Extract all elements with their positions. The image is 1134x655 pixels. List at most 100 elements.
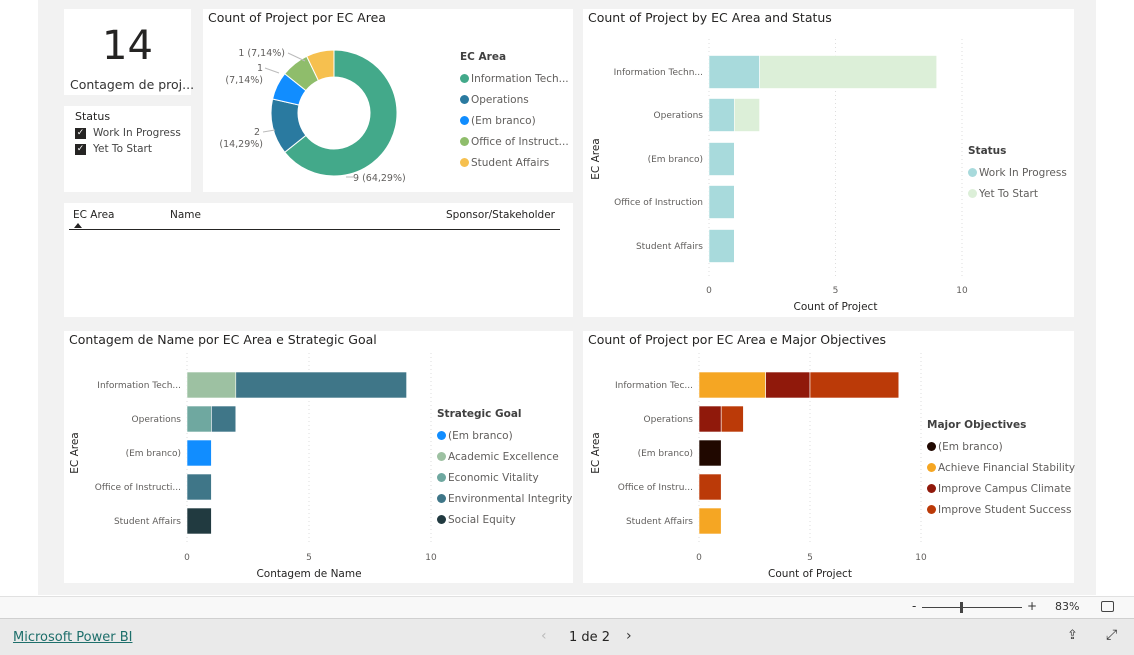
zoom-in-button[interactable]: + bbox=[1027, 599, 1037, 613]
bar-segment[interactable] bbox=[708, 185, 735, 219]
legend-label: Improve Student Success bbox=[938, 503, 1072, 516]
legend-dot-icon bbox=[437, 494, 446, 503]
legend-item[interactable]: Work In Progress bbox=[968, 162, 1067, 183]
y-tick-label: Student Affairs bbox=[626, 517, 693, 527]
bar-segment[interactable] bbox=[186, 473, 212, 501]
legend-item[interactable]: Operations bbox=[460, 89, 569, 110]
legend-title: Status bbox=[968, 145, 1007, 157]
bar-segment[interactable] bbox=[698, 507, 722, 535]
legend-item[interactable]: Academic Excellence bbox=[437, 446, 572, 467]
legend-item[interactable]: (Em branco) bbox=[437, 425, 572, 446]
footer-bar: Microsoft Power BI ‹ 1 de 2 › ⇪ ⤢ bbox=[0, 619, 1134, 655]
leader-line bbox=[264, 67, 280, 74]
y-tick-label: Operations bbox=[644, 415, 694, 425]
legend-label: Information Tech... bbox=[471, 72, 569, 85]
bar-segment[interactable] bbox=[759, 55, 938, 89]
legend-title: Strategic Goal bbox=[437, 408, 522, 420]
y-tick-label: Office of Instructi... bbox=[95, 483, 181, 493]
x-tick-label: 5 bbox=[306, 553, 312, 563]
y-axis-title: EC Area bbox=[69, 432, 81, 473]
legend-title: Major Objectives bbox=[927, 419, 1027, 431]
bar-segment[interactable] bbox=[765, 371, 811, 399]
legend-item[interactable]: Achieve Financial Stability bbox=[927, 457, 1075, 478]
bar-segment[interactable] bbox=[809, 371, 900, 399]
bar-segment[interactable] bbox=[708, 229, 735, 263]
legend-item[interactable]: Yet To Start bbox=[968, 183, 1067, 204]
zoom-level: 83% bbox=[1055, 600, 1080, 613]
slicer-title: Status bbox=[75, 110, 111, 123]
legend-dot-icon bbox=[460, 116, 469, 125]
previous-page-button[interactable]: ‹ bbox=[541, 628, 547, 644]
x-tick-label: 10 bbox=[956, 286, 968, 296]
legend-item[interactable]: Information Tech... bbox=[460, 68, 569, 89]
column-header-ec-area[interactable]: EC Area bbox=[73, 209, 114, 221]
zoom-out-button[interactable]: - bbox=[912, 599, 916, 613]
fullscreen-icon[interactable]: ⤢ bbox=[1106, 627, 1117, 643]
bar-segment[interactable] bbox=[708, 142, 735, 176]
checkbox-checked-icon[interactable]: ✓ bbox=[75, 143, 86, 155]
legend-item[interactable]: Improve Campus Climate bbox=[927, 478, 1075, 499]
bar-segment[interactable] bbox=[708, 55, 760, 89]
bar-segment[interactable] bbox=[720, 405, 744, 433]
legend-dot-icon bbox=[437, 515, 446, 524]
bar-segment[interactable] bbox=[186, 405, 212, 433]
legend: EC Area Information Tech... Operations (Em … bbox=[460, 51, 569, 173]
x-axis-title: Count of Project bbox=[768, 568, 852, 580]
legend-label: (Em branco) bbox=[938, 440, 1003, 453]
bar-segment[interactable] bbox=[235, 371, 407, 399]
zoom-slider[interactable] bbox=[922, 602, 1022, 613]
y-tick-label: Office of Instru... bbox=[618, 483, 693, 493]
bar-segment[interactable] bbox=[734, 98, 760, 132]
data-label: 1 (7,14%) bbox=[238, 48, 285, 59]
y-tick-label: Student Affairs bbox=[114, 517, 181, 527]
legend-item[interactable]: Environmental Integrity bbox=[437, 488, 572, 509]
bar-segment[interactable] bbox=[698, 473, 722, 501]
x-tick-label: 5 bbox=[833, 286, 839, 296]
legend-item[interactable]: (Em branco) bbox=[927, 436, 1075, 457]
legend-label: Environmental Integrity bbox=[448, 492, 573, 505]
legend-dot-icon bbox=[968, 189, 977, 198]
bar-segment[interactable] bbox=[186, 371, 237, 399]
legend-item[interactable]: Office of Instruct... bbox=[460, 131, 569, 152]
legend-item[interactable]: Student Affairs bbox=[460, 152, 569, 173]
y-tick-label: Operations bbox=[654, 111, 704, 121]
slicer-item-work-in-progress[interactable]: ✓ Work In Progress bbox=[75, 127, 181, 139]
legend-dot-icon bbox=[437, 431, 446, 440]
card-project-count[interactable]: 14 Contagem de proj... bbox=[64, 9, 194, 95]
share-icon[interactable]: ⇪ bbox=[1067, 628, 1078, 643]
fit-to-page-icon[interactable] bbox=[1101, 601, 1114, 612]
bar-segment[interactable] bbox=[211, 405, 237, 433]
legend-item[interactable]: (Em branco) bbox=[460, 110, 569, 131]
legend: Major Objectives (Em branco) Achieve Finan… bbox=[927, 419, 1075, 520]
legend-item[interactable]: Economic Vitality bbox=[437, 467, 572, 488]
x-tick-label: 0 bbox=[706, 286, 712, 296]
table-header-divider bbox=[69, 229, 560, 230]
y-tick-label: Student Affairs bbox=[636, 242, 703, 252]
bar-segment[interactable] bbox=[698, 371, 766, 399]
checkbox-checked-icon[interactable]: ✓ bbox=[75, 127, 86, 139]
y-tick-label: (Em branco) bbox=[648, 155, 703, 165]
zoom-slider-handle[interactable] bbox=[960, 602, 963, 613]
power-bi-link[interactable]: Microsoft Power BI bbox=[13, 630, 132, 645]
x-axis-title: Count of Project bbox=[794, 301, 878, 313]
legend-item[interactable]: Improve Student Success bbox=[927, 499, 1075, 520]
x-axis-title: Contagem de Name bbox=[256, 568, 361, 580]
x-tick-label: 5 bbox=[807, 553, 813, 563]
bar-segment[interactable] bbox=[708, 98, 735, 132]
data-label: 2 (14,29%) bbox=[219, 127, 263, 150]
bar-segment[interactable] bbox=[698, 405, 722, 433]
column-header-sponsor[interactable]: Sponsor/Stakeholder bbox=[446, 209, 555, 221]
bar-segment[interactable] bbox=[698, 439, 722, 467]
legend-label: Achieve Financial Stability bbox=[938, 461, 1076, 474]
x-tick-label: 10 bbox=[425, 553, 437, 563]
slicer-item-yet-to-start[interactable]: ✓ Yet To Start bbox=[75, 143, 152, 155]
next-page-button[interactable]: › bbox=[626, 628, 632, 644]
column-header-name[interactable]: Name bbox=[170, 209, 201, 221]
y-tick-label: (Em branco) bbox=[126, 449, 181, 459]
bar-segment[interactable] bbox=[186, 507, 212, 535]
bar-segment[interactable] bbox=[186, 439, 212, 467]
legend-dot-icon bbox=[460, 137, 469, 146]
legend-item[interactable]: Social Equity bbox=[437, 509, 572, 530]
legend-dot-icon bbox=[927, 505, 936, 514]
legend-label: Improve Campus Climate bbox=[938, 482, 1072, 495]
